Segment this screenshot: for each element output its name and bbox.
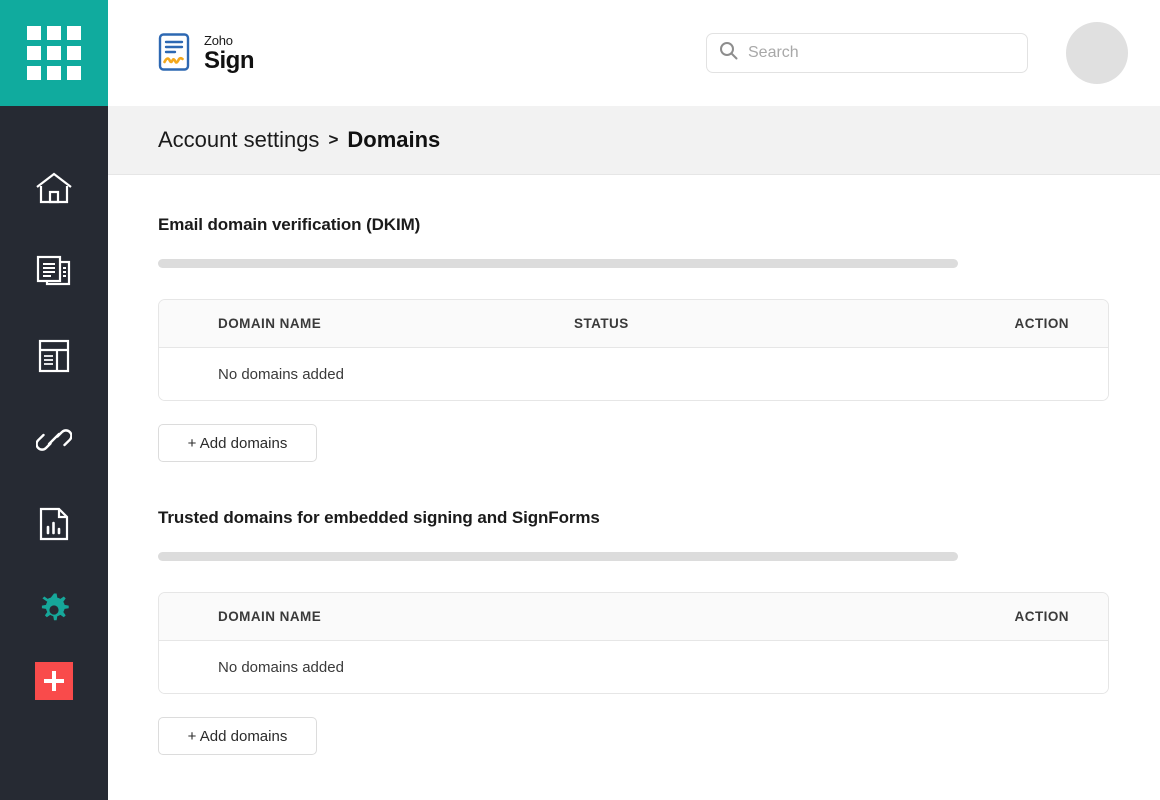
search-icon — [719, 41, 738, 65]
product-logo[interactable]: Zoho Sign — [158, 32, 255, 74]
breadcrumb: Account settings > Domains — [108, 106, 1160, 175]
gear-icon — [37, 591, 71, 625]
section-title: Email domain verification (DKIM) — [158, 215, 421, 234]
grid-apps-icon — [27, 26, 81, 80]
column-header-status: STATUS — [574, 316, 629, 331]
section-trusted-domains: Trusted domains for embedded signing and… — [158, 462, 1110, 755]
empty-state-text: No domains added — [218, 658, 344, 676]
plus-icon — [44, 671, 64, 691]
add-domains-button[interactable]: + Add domains — [158, 717, 317, 755]
section-title: Trusted domains for embedded signing and… — [158, 508, 600, 527]
description-skeleton — [158, 259, 958, 268]
add-domains-button[interactable]: + Add domains — [158, 424, 317, 462]
sidebar-item-documents[interactable] — [0, 230, 108, 314]
sidebar — [0, 0, 108, 800]
sidebar-item-signforms[interactable] — [0, 398, 108, 482]
dkim-domains-table: DOMAIN NAME STATUS ACTION No domains add… — [158, 299, 1109, 401]
sidebar-item-home[interactable] — [0, 146, 108, 230]
link-icon — [36, 423, 72, 457]
search-placeholder: Search — [748, 44, 799, 61]
description-skeleton — [158, 552, 958, 561]
trusted-domains-table: DOMAIN NAME ACTION No domains added — [158, 592, 1109, 694]
sidebar-item-templates[interactable] — [0, 314, 108, 398]
zoho-sign-logo-icon — [158, 33, 194, 73]
table-row: No domains added — [159, 641, 1108, 693]
create-button[interactable] — [35, 662, 73, 700]
avatar[interactable] — [1066, 22, 1128, 84]
logo-brand: Zoho — [204, 32, 233, 48]
column-header-action: ACTION — [1014, 316, 1069, 331]
breadcrumb-separator-icon: > — [328, 130, 339, 149]
app-root: Zoho Sign Search Account settings > Doma… — [0, 0, 1160, 800]
sidebar-items — [0, 106, 108, 700]
page-title: Domains — [347, 127, 441, 152]
app-switcher-button[interactable] — [0, 0, 108, 106]
breadcrumb-parent[interactable]: Account settings — [158, 127, 319, 153]
logo-wordmark: Zoho Sign — [204, 32, 255, 74]
logo-product: Sign — [204, 46, 255, 74]
column-header-action: ACTION — [1014, 609, 1069, 624]
sidebar-item-settings[interactable] — [0, 566, 108, 650]
templates-icon — [37, 338, 71, 374]
column-header-domain-name: DOMAIN NAME — [218, 609, 322, 624]
documents-icon — [35, 254, 73, 290]
content-area: Email domain verification (DKIM) DOMAIN … — [108, 175, 1160, 800]
table-header-row: DOMAIN NAME STATUS ACTION — [159, 300, 1108, 348]
column-header-domain-name: DOMAIN NAME — [218, 316, 322, 331]
search-input[interactable]: Search — [706, 33, 1028, 73]
sidebar-item-reports[interactable] — [0, 482, 108, 566]
table-row: No domains added — [159, 348, 1108, 400]
section-dkim: Email domain verification (DKIM) DOMAIN … — [158, 175, 1110, 462]
main-column: Zoho Sign Search Account settings > Doma… — [108, 0, 1160, 800]
top-header: Zoho Sign Search — [108, 0, 1160, 106]
home-icon — [35, 171, 73, 205]
table-header-row: DOMAIN NAME ACTION — [159, 593, 1108, 641]
reports-icon — [38, 506, 70, 542]
empty-state-text: No domains added — [218, 365, 344, 383]
